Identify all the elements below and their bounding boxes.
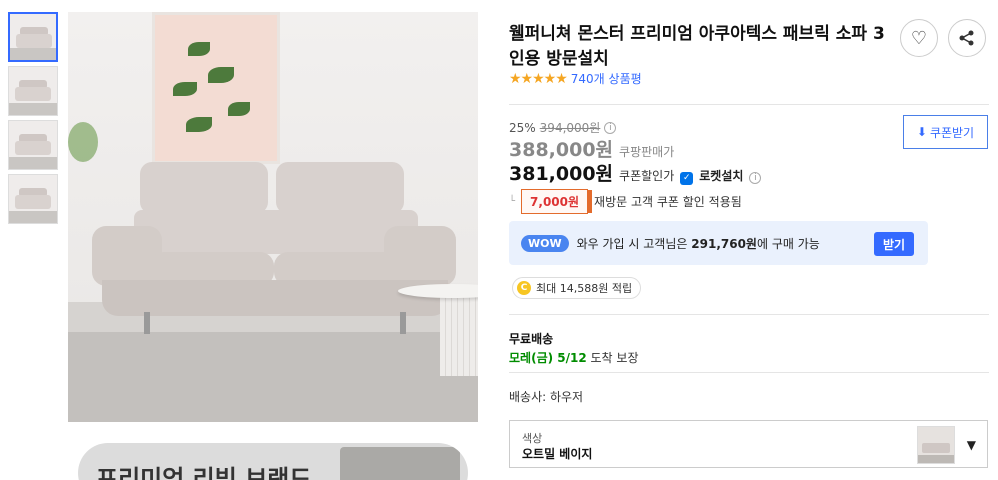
share-icon xyxy=(959,30,974,46)
star-rating: ★★★★★ xyxy=(509,70,568,87)
sofa-backrest xyxy=(134,210,418,254)
coupang-price-row: 388,000원 쿠팡판매가 xyxy=(509,135,674,162)
side-table-base xyxy=(440,294,478,376)
thumbnail-floor xyxy=(10,48,56,60)
sofa-leg xyxy=(400,312,406,334)
thumbnail-floor xyxy=(9,211,57,223)
main-product-image[interactable] xyxy=(68,12,478,422)
coin-icon: C xyxy=(517,281,531,295)
sofa-leg xyxy=(144,312,150,334)
info-icon[interactable]: i xyxy=(604,121,617,134)
thumbnail-sofa xyxy=(16,34,52,48)
wishlist-button[interactable]: ♡ xyxy=(900,19,938,57)
coupon-amount-tag: 7,000원 xyxy=(521,189,593,214)
sofa-headrest-right xyxy=(276,162,404,214)
wow-text-prefix: 와우 가입 시 고객님은 xyxy=(576,236,688,251)
divider xyxy=(509,314,989,315)
color-option-select[interactable]: 색상 오트밀 베이지 ▼ xyxy=(509,420,988,468)
rocket-install-label: 로켓설치 xyxy=(699,169,744,183)
divider xyxy=(509,372,989,373)
wow-membership-box: WOW 와우 가입 시 고객님은 291,760원 에 구매 가능 받기 xyxy=(509,221,928,265)
discount-rate: 25% xyxy=(509,120,536,135)
download-icon: ⬇ xyxy=(916,125,927,139)
thumbnail-3[interactable] xyxy=(8,120,58,170)
wall-art xyxy=(152,12,280,164)
original-price: 394,000원 xyxy=(539,121,601,135)
plant-leaf xyxy=(173,82,197,96)
delivery-date: 모레(금) 5/12 도착 보장 xyxy=(509,349,639,366)
share-button[interactable] xyxy=(948,19,986,57)
option-label: 색상 xyxy=(522,432,543,445)
elbow-connector-icon: └ xyxy=(509,196,516,207)
wow-join-button[interactable]: 받기 xyxy=(874,232,914,256)
sofa-headrest-left xyxy=(140,162,268,214)
coupang-price: 388,000원 xyxy=(509,139,614,161)
brand-banner[interactable]: 프리미엄 리빙 브랜드 xyxy=(78,443,468,480)
option-value: 오트밀 베이지 xyxy=(522,447,593,461)
coupon-price-label: 쿠폰할인가 xyxy=(619,169,675,183)
thumbnail-1[interactable] xyxy=(8,12,58,62)
thumbnail-floor xyxy=(9,103,57,115)
delivery-date-suffix: 도착 보장 xyxy=(586,351,639,365)
coupon-applied-row: └ 7,000원 재방문 고객 쿠폰 할인 적용됨 xyxy=(509,189,742,214)
banner-text: 프리미엄 리빙 브랜드 xyxy=(96,465,312,480)
foreground-plant xyxy=(68,122,98,162)
review-count[interactable]: 740개 상품평 xyxy=(571,70,642,87)
thumbnail-sofa xyxy=(15,87,51,101)
delivery-date-value: 모레(금) 5/12 xyxy=(509,351,587,365)
heart-icon: ♡ xyxy=(910,27,928,49)
thumbnail-2[interactable] xyxy=(8,66,58,116)
option-thumbnail xyxy=(917,426,955,464)
wow-badge: WOW xyxy=(521,234,569,252)
thumbnail-sofa xyxy=(15,195,51,209)
thumbnail-4[interactable] xyxy=(8,174,58,224)
info-icon[interactable]: i xyxy=(749,172,762,184)
thumbnail-floor xyxy=(9,157,57,169)
divider xyxy=(509,104,989,105)
coupon-price: 381,000원 xyxy=(509,163,614,185)
points-text: 최대 14,588원 적립 xyxy=(536,282,633,295)
coupon-download-button[interactable]: ⬇ 쿠폰받기 xyxy=(903,115,988,149)
rating-row[interactable]: ★★★★★ 740개 상품평 xyxy=(509,70,642,87)
points-badge: C 최대 14,588원 적립 xyxy=(512,277,642,299)
wow-text-suffix: 에 구매 가능 xyxy=(756,236,820,251)
plant-leaf xyxy=(188,42,210,56)
thumbnail-list xyxy=(8,12,58,228)
shipping-title: 무료배송 xyxy=(509,332,554,346)
rug xyxy=(68,332,478,422)
plant-leaf xyxy=(208,67,234,83)
discount-line: 25% 394,000원 i xyxy=(509,119,617,136)
banner-image xyxy=(340,447,460,480)
wow-price: 291,760원 xyxy=(691,236,757,251)
thumbnail-sofa xyxy=(15,141,51,155)
rocket-install-icon: ✓ xyxy=(680,172,694,185)
option-thumbnail-sofa xyxy=(922,443,950,453)
plant-leaf xyxy=(186,117,212,132)
shipping-company: 배송사: 하우저 xyxy=(509,390,584,404)
coupon-price-row: 381,000원 쿠폰할인가 ✓ 로켓설치 i xyxy=(509,159,762,186)
sofa-base xyxy=(102,280,448,316)
chevron-down-icon: ▼ xyxy=(966,438,976,452)
coupon-download-label: 쿠폰받기 xyxy=(929,125,975,140)
product-title: 웰퍼니쳐 몬스터 프리미엄 아쿠아텍스 패브릭 소파 3인용 방문설치 xyxy=(509,24,885,69)
option-thumbnail-floor xyxy=(918,455,954,463)
coupang-price-label: 쿠팡판매가 xyxy=(619,145,675,159)
plant-leaf xyxy=(228,102,250,116)
coupon-note: 재방문 고객 쿠폰 할인 적용됨 xyxy=(594,195,742,209)
